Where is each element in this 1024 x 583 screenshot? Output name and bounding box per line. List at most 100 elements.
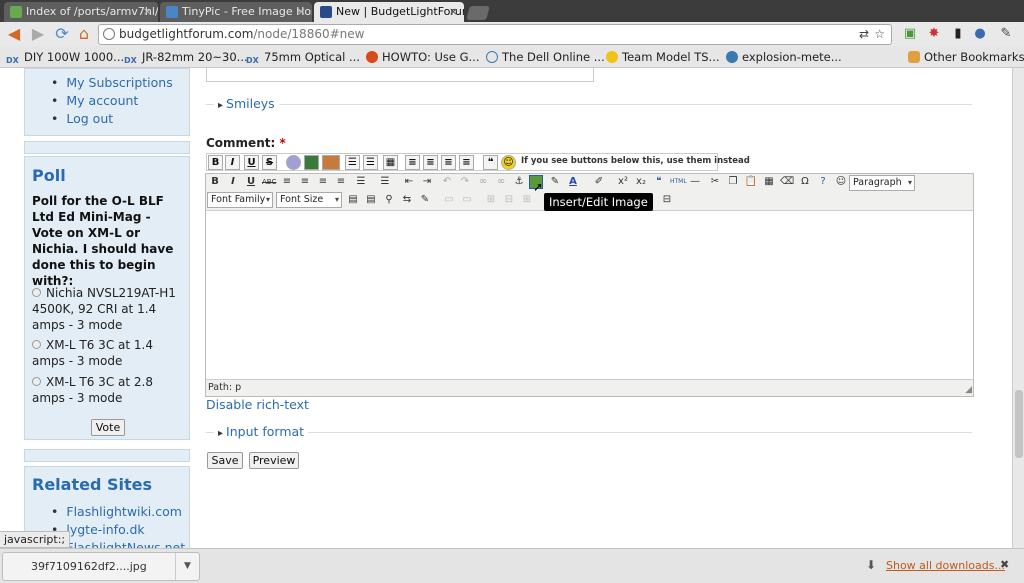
bullet-list-icon[interactable]: ☰	[354, 175, 368, 189]
table-cell-icon[interactable]: ▭	[460, 193, 474, 207]
horizontal-rule-icon[interactable]: —	[688, 175, 702, 189]
anchor-icon[interactable]: ⚓	[512, 175, 526, 189]
extension-globe-icon[interactable]: ●	[972, 26, 988, 42]
font-family-select[interactable]: Font Family	[207, 192, 273, 208]
copy-icon[interactable]: ❐	[726, 175, 740, 189]
address-bar[interactable]: budgetlightforum.com/node/18860#new ⇄ ☆	[98, 24, 892, 45]
tab-ports-index[interactable]: Index of /ports/armv7hl/ ×	[4, 2, 158, 22]
row-delete-icon[interactable]: ⊟	[502, 193, 516, 207]
other-bookmarks[interactable]: Other Bookmarks	[908, 49, 1024, 65]
preview-button[interactable]: Preview	[249, 452, 299, 469]
bookmark-item[interactable]: The Dell Online ...	[486, 49, 605, 65]
bookmark-item[interactable]: HOWTO: Use G...	[366, 49, 480, 65]
numbered-list-icon[interactable]: ☰	[378, 175, 392, 189]
strikethrough-button[interactable]: ABC	[262, 175, 276, 189]
wrench-icon[interactable]: ✎	[998, 26, 1014, 42]
adblock-icon[interactable]: ✸	[926, 26, 942, 42]
new-tab-button[interactable]	[466, 6, 490, 20]
close-icon[interactable]: ✖	[1000, 558, 1009, 571]
bold-button[interactable]: B	[208, 175, 222, 189]
extension-book-icon[interactable]: ▮	[950, 26, 966, 42]
cleanup-icon[interactable]: ✎	[548, 175, 562, 189]
scroll-thumb[interactable]	[1015, 390, 1023, 458]
poll-option[interactable]: XM-L T6 3C at 2.8 amps - 3 mode	[32, 374, 188, 406]
paste-icon[interactable]: 📋	[744, 175, 758, 189]
tab-close-icon[interactable]: ×	[297, 2, 306, 22]
font-size-select[interactable]: Font Size	[276, 192, 342, 208]
align-right-icon[interactable]: ≡	[441, 155, 456, 170]
justify-icon[interactable]: ≡	[334, 175, 348, 189]
edit-icon[interactable]: ✎	[418, 193, 432, 207]
quote-icon[interactable]: ❝	[483, 155, 498, 170]
chevron-down-icon[interactable]: ▼	[175, 553, 199, 580]
eraser-icon[interactable]: ⌫	[780, 175, 794, 189]
bookmark-item[interactable]: explosion-mete...	[726, 49, 842, 65]
vertical-scrollbar[interactable]	[1012, 68, 1024, 548]
related-link-flashlightnews[interactable]: FlashlightNews.net	[51, 540, 185, 548]
paste-word-icon[interactable]: ▤	[364, 193, 378, 207]
bookmark-item[interactable]: DX DIY 100W 1000...	[6, 49, 124, 65]
justify-icon[interactable]: ≡	[459, 155, 474, 170]
align-center-icon[interactable]: ≡	[298, 175, 312, 189]
smileys-toggle[interactable]: Smileys	[214, 96, 279, 111]
related-link-flashlightwiki[interactable]: Flashlightwiki.com	[51, 504, 182, 519]
back-arrow-icon[interactable]: ◀	[4, 24, 24, 44]
row-insert-icon[interactable]: ⊞	[484, 193, 498, 207]
tab-budgetlightforum[interactable]: New | BudgetLightForum ×	[314, 2, 464, 22]
input-format-toggle[interactable]: Input format	[214, 424, 309, 439]
table-icon[interactable]: ▦	[383, 155, 398, 170]
numbered-list-icon[interactable]: ☰	[363, 155, 378, 170]
radio-button[interactable]	[32, 340, 41, 349]
menu-my-subscriptions[interactable]: My Subscriptions	[51, 75, 172, 90]
reload-icon[interactable]: ⟳	[52, 24, 72, 44]
align-left-icon[interactable]: ≡	[405, 155, 420, 170]
extension-icon[interactable]: ▣	[902, 26, 918, 42]
menu-my-account[interactable]: My account	[51, 93, 138, 108]
blockquote-icon[interactable]: ❝	[652, 175, 666, 189]
tab-close-icon[interactable]: ×	[143, 2, 152, 22]
download-item[interactable]: 39f7109162df2....jpg ▼	[2, 552, 200, 581]
find-icon[interactable]: ⚲	[382, 193, 396, 207]
underline-button[interactable]: U	[244, 155, 259, 170]
unlink-icon[interactable]: ∞	[494, 175, 508, 189]
radio-button[interactable]	[32, 377, 41, 386]
bookmark-item[interactable]: DX JR-82mm 20~30...	[124, 49, 248, 65]
bold-button[interactable]: B	[208, 155, 223, 170]
poll-option[interactable]: Nichia NVSL219AT-H1 4500K, 92 CRI at 1.4…	[32, 285, 188, 333]
align-right-icon[interactable]: ≡	[316, 175, 330, 189]
bookmark-item[interactable]: DX 75mm Optical ...	[246, 49, 360, 65]
home-icon[interactable]: ⌂	[74, 24, 94, 44]
page-break-icon[interactable]: ⊟	[660, 193, 674, 207]
menu-log-out[interactable]: Log out	[51, 111, 113, 126]
disable-rich-text-link[interactable]: Disable rich-text	[206, 397, 309, 412]
poll-option[interactable]: XM-L T6 3C at 1.4 amps - 3 mode	[32, 337, 188, 369]
subscript-icon[interactable]: x₂	[634, 175, 648, 189]
bookmark-item[interactable]: Team Model TS...	[606, 49, 720, 65]
redo-icon[interactable]: ↷	[458, 175, 472, 189]
table-row-icon[interactable]: ▭	[442, 193, 456, 207]
link-icon[interactable]: ∞	[476, 175, 490, 189]
cut-icon[interactable]: ✂	[708, 175, 722, 189]
radio-button[interactable]	[32, 288, 41, 297]
align-left-icon[interactable]: ≡	[280, 175, 294, 189]
editor-content-area[interactable]	[206, 210, 973, 380]
forward-arrow-icon[interactable]: ▶	[28, 24, 48, 44]
smiley-icon[interactable]: ☺	[501, 155, 516, 170]
char-map-icon[interactable]: Ω	[798, 175, 812, 189]
underline-button[interactable]: U	[244, 175, 258, 189]
save-button[interactable]: Save	[207, 452, 243, 469]
superscript-icon[interactable]: x²	[616, 175, 630, 189]
tab-tinypic[interactable]: TinyPic - Free Image Hosti ×	[160, 2, 312, 22]
column-insert-icon[interactable]: ⊞	[520, 193, 534, 207]
film-icon[interactable]	[304, 155, 319, 170]
link-globe-icon[interactable]	[286, 155, 301, 170]
tab-close-icon[interactable]: ×	[449, 2, 458, 22]
outdent-icon[interactable]: ⇤	[402, 175, 416, 189]
align-center-icon[interactable]: ≡	[423, 155, 438, 170]
paragraph-select[interactable]: Paragraph	[849, 175, 915, 191]
indent-icon[interactable]: ⇥	[420, 175, 434, 189]
emotions-icon[interactable]: ☺	[834, 175, 848, 189]
highlight-color-icon[interactable]: ✐	[592, 175, 606, 189]
html-icon[interactable]: HTML	[670, 175, 687, 189]
strike-button[interactable]: S	[262, 155, 277, 170]
